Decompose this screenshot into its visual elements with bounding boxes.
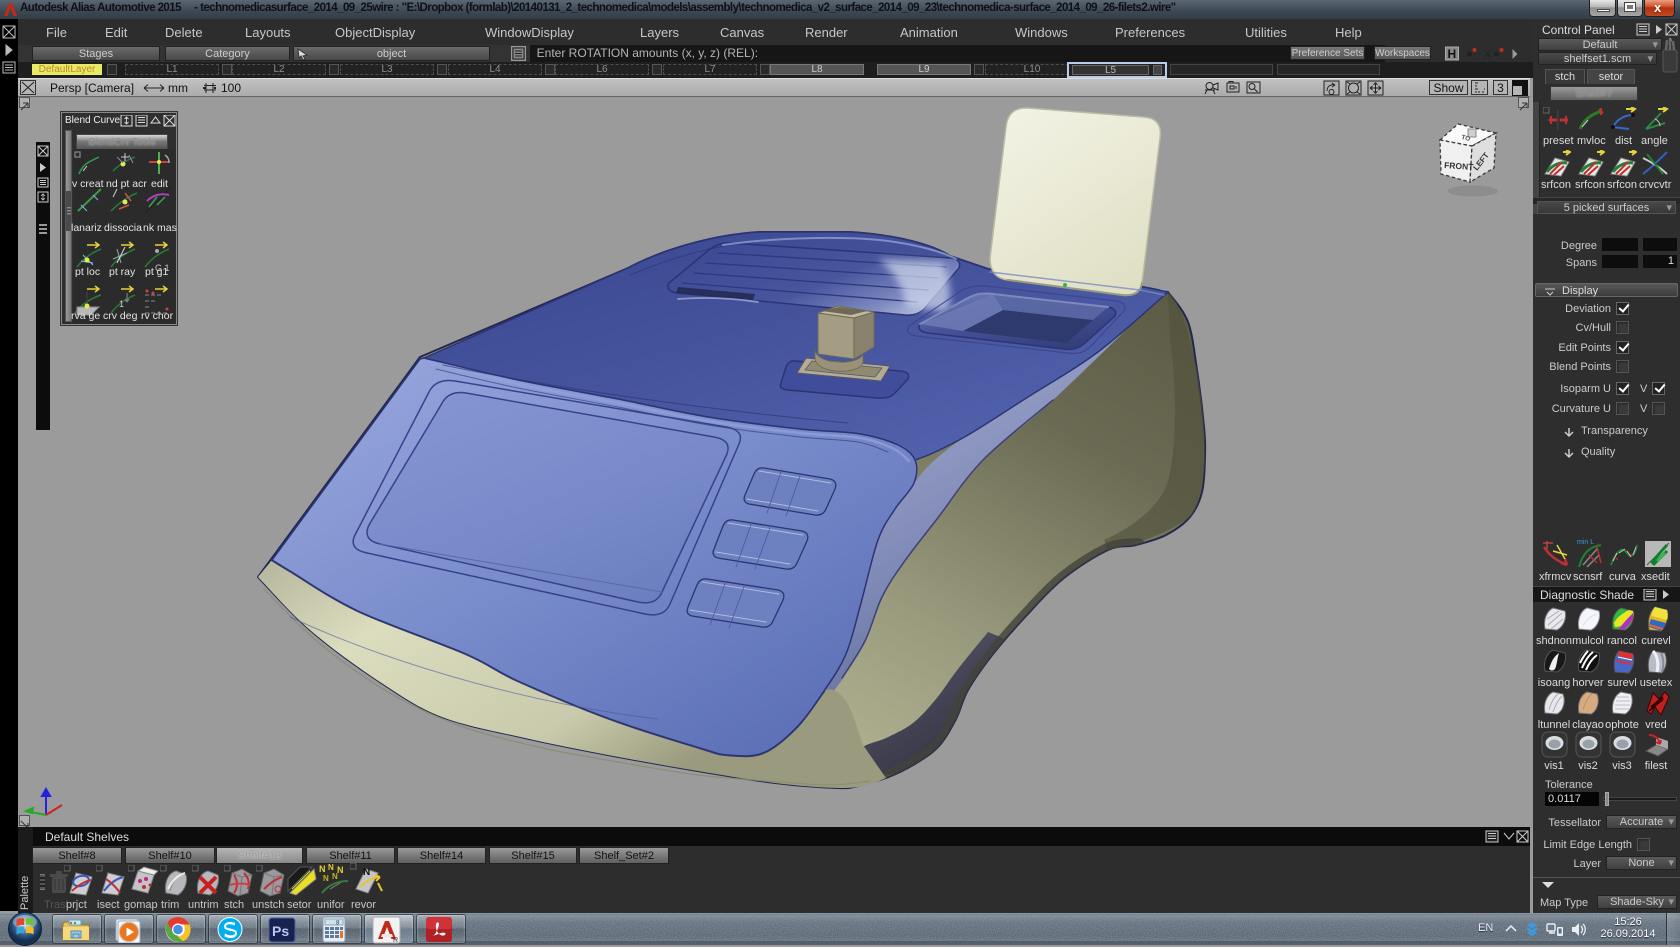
svg-text:FRONT: FRONT (1444, 160, 1475, 172)
svg-text:N: N (319, 864, 326, 874)
svg-text:N: N (332, 872, 338, 881)
svg-text:N: N (328, 863, 334, 872)
svg-text:Ps: Ps (272, 923, 289, 939)
svg-text:R: R (393, 937, 398, 944)
svg-text:N: N (363, 867, 370, 878)
svg-text:N: N (323, 874, 329, 883)
svg-text:H: H (1448, 47, 1457, 61)
svg-text:min L: min L (1577, 539, 1594, 546)
svg-text:N: N (337, 865, 344, 875)
